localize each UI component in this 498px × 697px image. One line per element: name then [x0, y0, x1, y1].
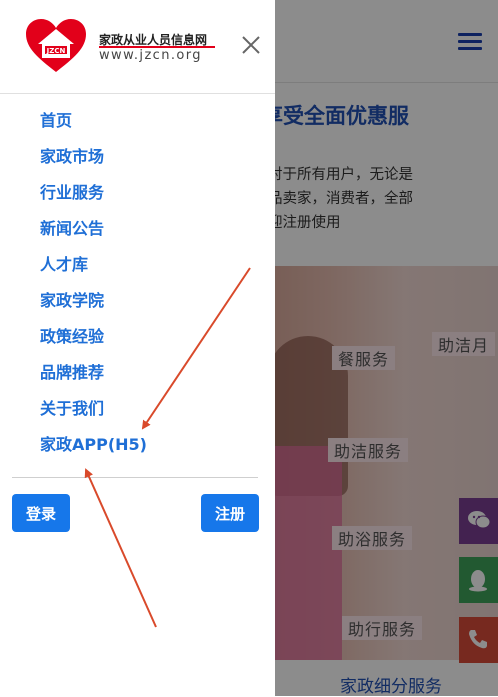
annotation-arrow	[84, 468, 157, 628]
annotation-arrow	[141, 267, 251, 430]
annotation-arrows	[84, 267, 251, 628]
